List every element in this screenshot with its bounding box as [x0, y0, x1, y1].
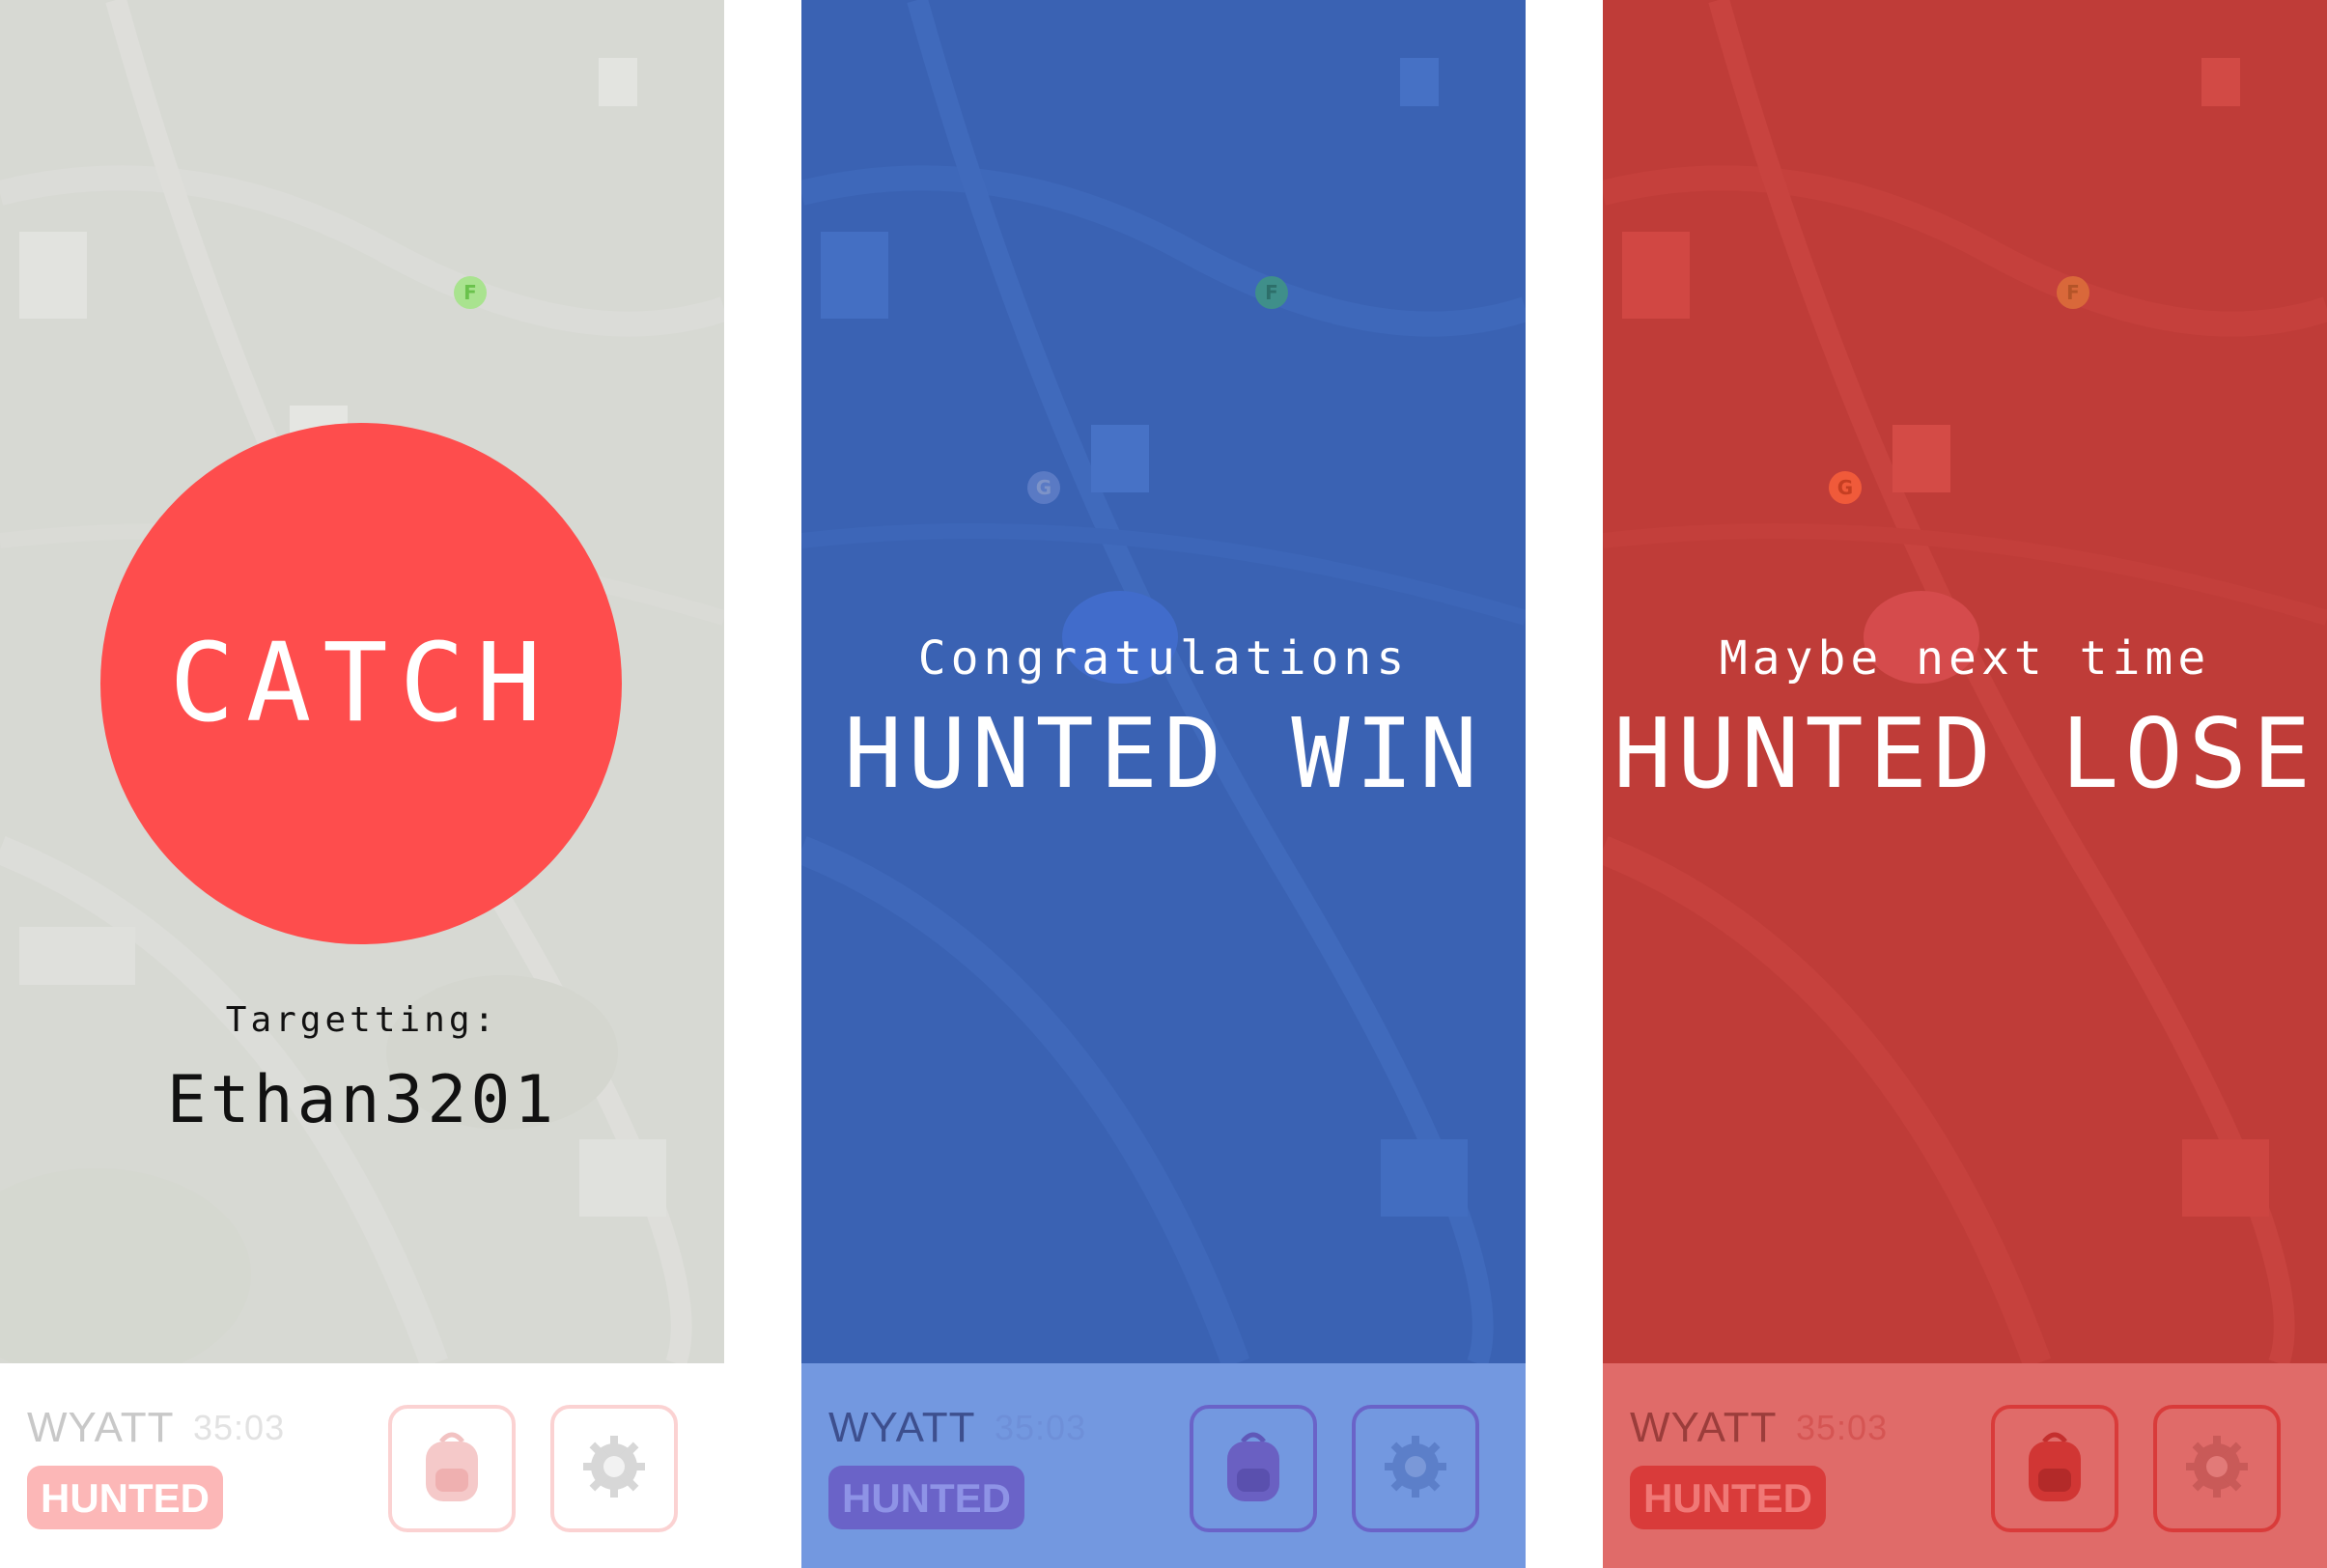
result-subtitle: Congratulations — [917, 631, 1410, 686]
map-marker-g[interactable]: G — [1027, 471, 1060, 504]
result-title: HUNTED WIN — [843, 697, 1484, 810]
settings-button[interactable] — [550, 1405, 678, 1532]
catch-button[interactable]: CATCH — [100, 423, 622, 944]
game-timer: 35:03 — [1796, 1408, 1889, 1447]
settings-button[interactable] — [1352, 1405, 1479, 1532]
backpack-icon — [420, 1428, 484, 1510]
backpack-icon — [1221, 1428, 1285, 1510]
player-name: WYATT — [828, 1404, 976, 1451]
map-marker-f[interactable]: F — [454, 276, 487, 309]
role-badge: HUNTED — [828, 1466, 1024, 1529]
settings-button[interactable] — [2153, 1405, 2281, 1532]
player-name: WYATT — [27, 1404, 175, 1451]
role-badge: HUNTED — [27, 1466, 223, 1529]
backpack-button[interactable] — [1190, 1405, 1317, 1532]
backpack-button[interactable] — [1991, 1405, 2118, 1532]
result-subtitle: Maybe next time — [1719, 631, 2211, 686]
game-timer: 35:03 — [995, 1408, 1087, 1447]
gear-icon — [580, 1433, 648, 1505]
backpack-icon — [2023, 1428, 2087, 1510]
map-marker-g[interactable]: G — [1829, 471, 1862, 504]
map-marker-f[interactable]: F — [2057, 276, 2089, 309]
target-player-name: Ethan3201 — [166, 1062, 558, 1138]
catch-screen: F CATCH Targetting: Ethan3201 WYATT 35:0… — [0, 0, 724, 1568]
gear-icon — [1382, 1433, 1449, 1505]
game-timer: 35:03 — [193, 1408, 286, 1447]
targetting-label: Targetting: — [225, 1000, 499, 1040]
backpack-button[interactable] — [388, 1405, 516, 1532]
player-name: WYATT — [1630, 1404, 1778, 1451]
win-screen: F G Congratulations HUNTED WIN WYATT 35:… — [801, 0, 1526, 1568]
map-marker-f[interactable]: F — [1255, 276, 1288, 309]
lose-screen: F G Maybe next time HUNTED LOSE WYATT 35… — [1603, 0, 2327, 1568]
result-title: HUNTED LOSE — [1612, 697, 2317, 810]
role-badge: HUNTED — [1630, 1466, 1826, 1529]
gear-icon — [2183, 1433, 2251, 1505]
